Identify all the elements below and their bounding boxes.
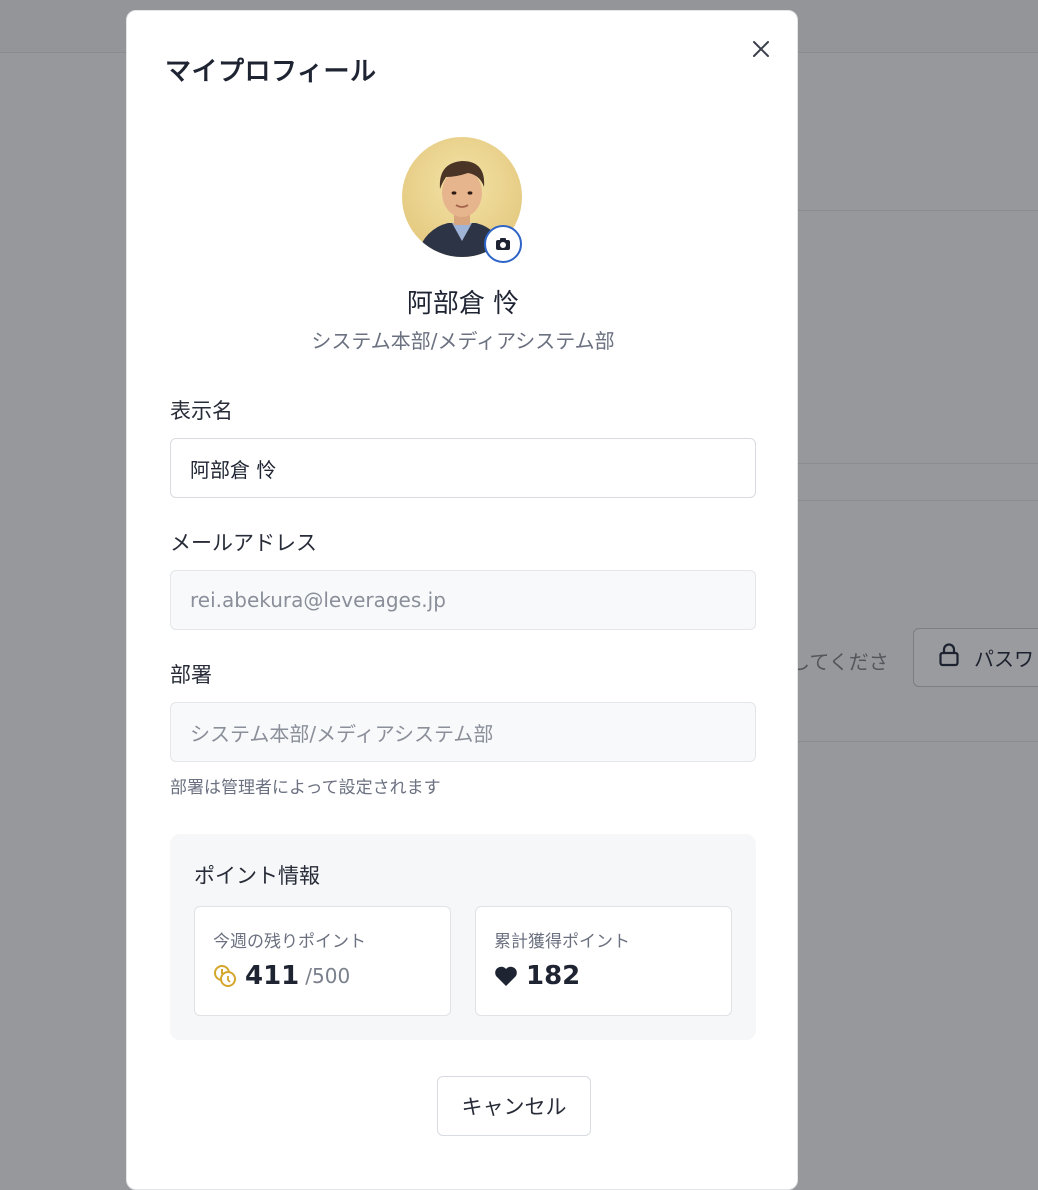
camera-icon	[496, 238, 510, 250]
department-field	[170, 702, 756, 762]
close-icon	[753, 41, 769, 57]
email-field	[170, 570, 756, 630]
password-change-button: パスワ	[913, 628, 1038, 687]
total-points-label: 累計獲得ポイント	[494, 932, 630, 952]
lock-icon	[938, 643, 960, 672]
heart-icon	[495, 966, 517, 986]
display-name-input[interactable]	[170, 438, 756, 498]
background-card	[780, 210, 1038, 464]
coins-icon	[214, 965, 236, 987]
department-help-text: 部署は管理者によって設定されます	[170, 778, 441, 798]
background-hint-text: してくださ	[790, 650, 889, 674]
avatar-container	[402, 137, 524, 263]
weekly-points-card: 今週の残りポイント 411 /500	[194, 906, 451, 1016]
display-name-label: 表示名	[170, 399, 233, 423]
background-card	[780, 500, 1038, 742]
weekly-points-label: 今週の残りポイント	[213, 932, 366, 952]
points-panel: ポイント情報 今週の残りポイント 411 /500 累計獲得ポイント 182	[170, 834, 756, 1040]
password-change-label: パスワ	[974, 647, 1034, 671]
cancel-button[interactable]: キャンセル	[437, 1076, 591, 1136]
points-title: ポイント情報	[194, 864, 320, 888]
avatar-edit-button[interactable]	[484, 225, 522, 263]
weekly-points-max: /500	[305, 964, 351, 988]
department-label: 部署	[170, 663, 212, 687]
total-points-card: 累計獲得ポイント 182	[475, 906, 732, 1016]
weekly-points-value: 411	[245, 961, 300, 991]
modal-title: マイプロフィール	[165, 57, 377, 87]
total-points-value: 182	[526, 961, 581, 991]
profile-modal: マイプロフィール 阿部倉 怜 システム本部/メディアシステム部 表示名 阿部倉 …	[126, 10, 798, 1190]
profile-name: 阿部倉 怜	[406, 289, 520, 319]
close-button[interactable]	[749, 37, 773, 61]
profile-department: システム本部/メディアシステム部	[311, 329, 615, 353]
email-label: メールアドレス	[170, 531, 317, 555]
